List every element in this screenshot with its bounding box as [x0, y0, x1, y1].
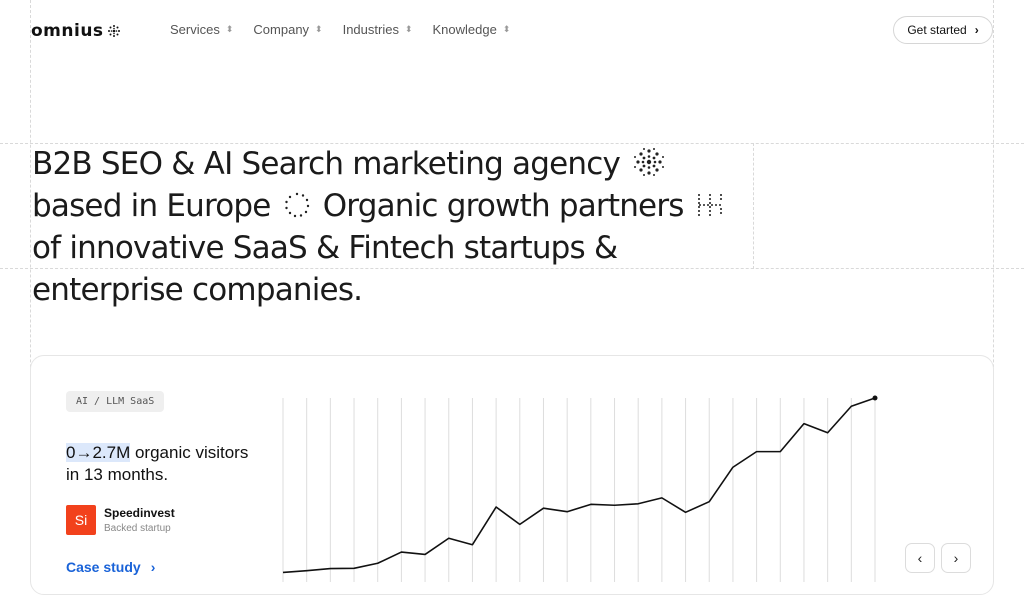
previous-slide-button[interactable]: ‹ [905, 543, 935, 573]
chevron-right-icon: › [953, 550, 959, 566]
growth-chart [282, 395, 878, 582]
next-slide-button[interactable]: › [941, 543, 971, 573]
chart-series-line [282, 397, 876, 574]
chart-end-point [872, 395, 878, 401]
chevron-left-icon: ‹ [917, 550, 923, 566]
